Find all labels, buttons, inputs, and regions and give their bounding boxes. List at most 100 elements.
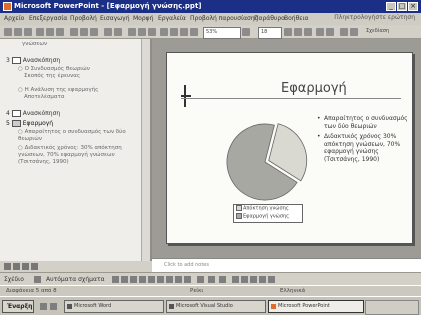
- copy-icon[interactable]: [80, 28, 88, 36]
- line-color-icon[interactable]: [208, 276, 215, 283]
- system-tray[interactable]: [365, 300, 419, 315]
- legend-swatch: [236, 212, 242, 219]
- quicklaunch-ie-icon[interactable]: [40, 303, 47, 310]
- maximize-button[interactable]: □: [397, 2, 407, 11]
- decrease-font-icon[interactable]: [350, 28, 358, 36]
- center-icon[interactable]: [326, 28, 334, 36]
- help-question-box[interactable]: Πληκτρολογήστε ερώτηση: [334, 14, 415, 21]
- outline-slide-3[interactable]: 3 Ανασκόπηση: [6, 57, 60, 64]
- rectangle-icon[interactable]: [130, 276, 137, 283]
- slide-body[interactable]: Απαραίτητος ο συνδυασμός των δύο θεωριών…: [317, 115, 412, 166]
- outline-view-icon[interactable]: [13, 263, 20, 270]
- paste-icon[interactable]: [90, 28, 98, 36]
- slideshow-icon[interactable]: [31, 263, 38, 270]
- title-bar: Microsoft PowerPoint - [Εφαρμογή γνώσης.…: [0, 0, 421, 13]
- pie-chart[interactable]: [222, 119, 308, 205]
- autoshapes-menu[interactable]: Αυτόματα σχήματα: [46, 276, 105, 283]
- new-slide-icon[interactable]: [160, 28, 168, 36]
- design-button[interactable]: Σχεδίαση: [364, 27, 420, 37]
- menu-slideshow[interactable]: Προβολή παρουσίασης: [190, 15, 258, 22]
- quicklaunch-desktop-icon[interactable]: [50, 303, 57, 310]
- new-icon[interactable]: [4, 28, 12, 36]
- menu-tools[interactable]: Εργαλεία: [158, 15, 186, 22]
- normal-view-icon[interactable]: [4, 263, 11, 270]
- textbox-icon[interactable]: [148, 276, 155, 283]
- outline-slide-5[interactable]: 5 Εφαρμογή: [6, 120, 53, 127]
- notes-pane[interactable]: Click to add notes: [152, 258, 421, 272]
- design-name: Ρείκι: [190, 288, 204, 294]
- show-formatting-icon[interactable]: [180, 28, 188, 36]
- task-button[interactable]: Microsoft Word: [64, 300, 164, 313]
- font-color-icon[interactable]: [219, 276, 226, 283]
- clipart-icon[interactable]: [175, 276, 182, 283]
- outline-pane[interactable]: γνώσεων 3 Ανασκόπηση ○ Ο Συνδυασμός θεωρ…: [0, 39, 152, 261]
- diagram-icon[interactable]: [166, 276, 173, 283]
- oval-icon[interactable]: [139, 276, 146, 283]
- outline-bullet-text: Η Ανάλυση της εφαρμογής: [24, 87, 99, 93]
- fill-color-icon[interactable]: [197, 276, 204, 283]
- outline-item[interactable]: γνώσεων: [22, 41, 47, 48]
- menu-help[interactable]: Βοήθεια: [284, 15, 309, 22]
- menu-insert[interactable]: Εισαγωγή: [100, 15, 130, 22]
- line-style-icon[interactable]: [232, 276, 239, 283]
- outline-bullet[interactable]: Σκοπός της έρευνας: [24, 73, 80, 80]
- task-button[interactable]: Microsoft Visual Studio: [166, 300, 266, 313]
- line-icon[interactable]: [112, 276, 119, 283]
- outline-bullet[interactable]: ○ Απαραίτητος ο συνδυασμός των δύο θεωρι…: [18, 129, 136, 143]
- open-icon[interactable]: [14, 28, 22, 36]
- close-button[interactable]: ×: [408, 2, 418, 11]
- select-icon[interactable]: [34, 276, 41, 283]
- outline-slide-number: 5: [6, 120, 10, 127]
- wordart-icon[interactable]: [157, 276, 164, 283]
- task-button-active[interactable]: Microsoft PowerPoint: [268, 300, 364, 313]
- draw-menu[interactable]: Σχέδιο: [4, 276, 24, 283]
- save-icon[interactable]: [24, 28, 32, 36]
- menu-window[interactable]: Παράθυρο: [254, 15, 285, 22]
- menu-file[interactable]: Αρχείο: [4, 15, 24, 22]
- slide-counter: Διαφάνεια 5 από 8: [6, 288, 57, 294]
- outline-bullet[interactable]: Αποτελέσματα: [24, 94, 65, 101]
- slide-canvas[interactable]: Εφαρμογή Απόκτηση γνώσης Εφαρμογή γνώσης…: [166, 52, 413, 244]
- expand-all-icon[interactable]: [170, 28, 178, 36]
- bold-icon[interactable]: [284, 28, 292, 36]
- outline-bullet[interactable]: ○ Ο Συνδυασμός θεωριών: [18, 66, 90, 73]
- menu-view[interactable]: Προβολή: [70, 15, 97, 22]
- arrow-style-icon[interactable]: [250, 276, 257, 283]
- outline-bullet[interactable]: ○ Διδακτικός χρόνος: 30% απόκτηση γνώσεω…: [18, 145, 136, 166]
- outline-slide-title: Ανασκόπηση: [22, 110, 61, 117]
- outline-slide-4[interactable]: 4 Ανασκόπηση: [6, 110, 60, 117]
- align-left-icon[interactable]: [316, 28, 324, 36]
- spelling-icon[interactable]: [56, 28, 64, 36]
- zoom-combo[interactable]: 53%: [203, 27, 241, 39]
- cut-icon[interactable]: [70, 28, 78, 36]
- slide-title[interactable]: Εφαρμογή: [281, 81, 347, 96]
- increase-font-icon[interactable]: [340, 28, 348, 36]
- table-icon[interactable]: [138, 28, 146, 36]
- slide-icon: [11, 120, 21, 127]
- chart-legend[interactable]: Απόκτηση γνώσης Εφαρμογή γνώσης: [233, 204, 303, 223]
- slide-sorter-icon[interactable]: [22, 263, 29, 270]
- picture-icon[interactable]: [184, 276, 191, 283]
- arrow-icon[interactable]: [121, 276, 128, 283]
- chart-icon[interactable]: [128, 28, 136, 36]
- grayscale-icon[interactable]: [190, 28, 198, 36]
- help-icon[interactable]: [242, 28, 250, 36]
- italic-icon[interactable]: [294, 28, 302, 36]
- 3d-icon[interactable]: [268, 276, 275, 283]
- menu-edit[interactable]: Επεξεργασία: [29, 15, 67, 22]
- menu-format[interactable]: Μορφή: [133, 15, 153, 22]
- outline-slide-number: 3: [6, 57, 10, 64]
- print-icon[interactable]: [36, 28, 44, 36]
- shadow-icon[interactable]: [259, 276, 266, 283]
- start-button[interactable]: Έναρξη: [2, 300, 34, 313]
- outline-bullet[interactable]: ○ Η Ανάλυση της εφαρμογής: [18, 87, 98, 94]
- underline-icon[interactable]: [304, 28, 312, 36]
- dash-style-icon[interactable]: [241, 276, 248, 283]
- minimize-button[interactable]: _: [386, 2, 396, 11]
- preview-icon[interactable]: [46, 28, 54, 36]
- outline-scrollbar[interactable]: [141, 39, 150, 261]
- tables-borders-icon[interactable]: [148, 28, 156, 36]
- undo-icon[interactable]: [104, 28, 112, 36]
- redo-icon[interactable]: [114, 28, 122, 36]
- font-size-combo[interactable]: 18: [258, 27, 282, 39]
